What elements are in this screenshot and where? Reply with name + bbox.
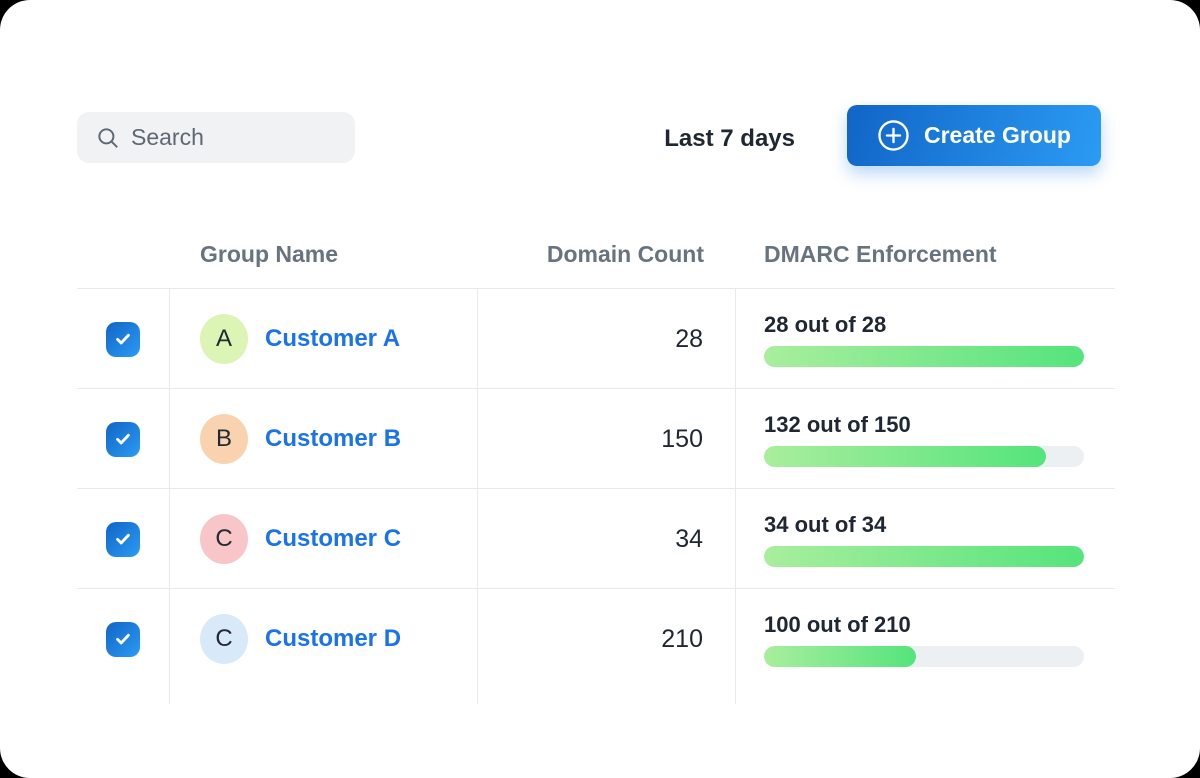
- domain-count-value: 34: [675, 525, 703, 554]
- row-checkbox[interactable]: [106, 622, 140, 657]
- progress-bar: [764, 446, 1084, 467]
- table-header: Group Name Domain Count DMARC Enforcemen…: [77, 220, 1115, 289]
- column-header-group-name: Group Name: [170, 220, 478, 288]
- create-group-label: Create Group: [924, 122, 1071, 149]
- main-panel: Last 7 days Create Group Group Name Doma…: [0, 0, 1200, 778]
- customer-link[interactable]: Customer C: [265, 525, 401, 553]
- progress-bar: [764, 346, 1084, 367]
- row-checkbox[interactable]: [106, 522, 140, 557]
- plus-circle-icon: [877, 119, 910, 152]
- avatar: B: [200, 414, 248, 464]
- enforcement-label: 100 out of 210: [764, 612, 911, 638]
- domain-count-value: 210: [661, 625, 703, 654]
- groups-table: Group Name Domain Count DMARC Enforcemen…: [77, 220, 1115, 704]
- progress-fill: [764, 446, 1046, 467]
- enforcement-label: 132 out of 150: [764, 412, 911, 438]
- search-icon: [95, 125, 121, 151]
- domain-count-value: 28: [675, 325, 703, 354]
- checkmark-icon: [113, 629, 133, 649]
- enforcement-label: 28 out of 28: [764, 312, 886, 338]
- search-box[interactable]: [77, 112, 355, 163]
- avatar: A: [200, 314, 248, 364]
- checkmark-icon: [113, 529, 133, 549]
- date-range-selector[interactable]: Last 7 days: [600, 123, 795, 155]
- search-input[interactable]: [131, 124, 341, 151]
- enforcement-label: 34 out of 34: [764, 512, 886, 538]
- table-row: C Customer C 34 34 out of 34: [77, 489, 1115, 589]
- progress-fill: [764, 546, 1084, 567]
- row-checkbox[interactable]: [106, 422, 140, 457]
- avatar: C: [200, 614, 248, 664]
- column-header-dmarc-enforcement: DMARC Enforcement: [736, 220, 1115, 288]
- table-row: C Customer D 210 100 out of 210: [77, 589, 1115, 704]
- checkmark-icon: [113, 429, 133, 449]
- customer-link[interactable]: Customer D: [265, 625, 401, 653]
- checkmark-icon: [113, 329, 133, 349]
- create-group-button[interactable]: Create Group: [847, 105, 1101, 166]
- progress-fill: [764, 346, 1084, 367]
- table-row: B Customer B 150 132 out of 150: [77, 389, 1115, 489]
- table-row: A Customer A 28 28 out of 28: [77, 289, 1115, 389]
- domain-count-value: 150: [661, 425, 703, 454]
- avatar: C: [200, 514, 248, 564]
- customer-link[interactable]: Customer A: [265, 325, 400, 353]
- customer-link[interactable]: Customer B: [265, 425, 401, 453]
- column-header-domain-count: Domain Count: [478, 220, 736, 288]
- progress-bar: [764, 646, 1084, 667]
- progress-bar: [764, 546, 1084, 567]
- row-checkbox[interactable]: [106, 322, 140, 357]
- progress-fill: [764, 646, 916, 667]
